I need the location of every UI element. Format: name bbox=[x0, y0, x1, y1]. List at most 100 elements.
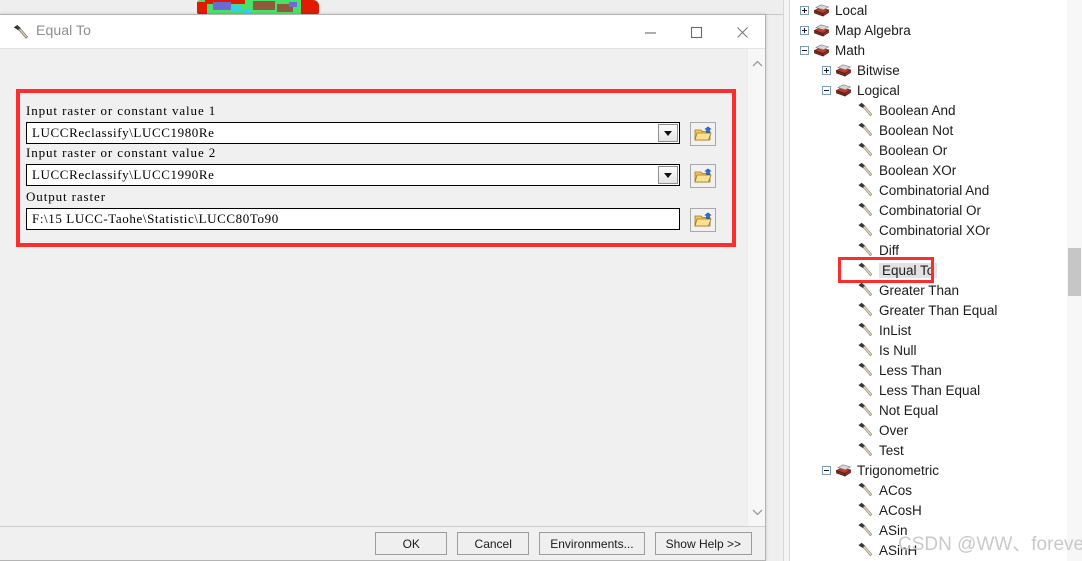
tree-item-label: Greater Than bbox=[879, 282, 960, 298]
hammer-tool-icon bbox=[857, 262, 874, 278]
tree-item-label: Test bbox=[879, 442, 904, 458]
tree-item-greater-than-equal[interactable]: Greater Than Equal bbox=[790, 300, 1062, 320]
hammer-tool-icon bbox=[857, 162, 874, 178]
dialog-button-bar: OK Cancel Environments... Show Help >> bbox=[375, 532, 752, 555]
parameter-label: Input raster or constant value 2 bbox=[26, 145, 217, 160]
scrollbar-thumb[interactable] bbox=[1068, 248, 1081, 296]
tree-item-diff[interactable]: Diff bbox=[790, 240, 1062, 260]
tree-item-inlist[interactable]: InList bbox=[790, 320, 1062, 340]
show-help-button[interactable]: Show Help >> bbox=[654, 532, 752, 555]
environments-button[interactable]: Environments... bbox=[539, 532, 645, 555]
tree-item-over[interactable]: Over bbox=[790, 420, 1062, 440]
tree-item-label: Math bbox=[835, 42, 866, 58]
tree-item-boolean-xor[interactable]: Boolean XOr bbox=[790, 160, 1062, 180]
tree-item-acosh[interactable]: ACosH bbox=[790, 500, 1062, 520]
tree-item-label: Boolean And bbox=[879, 102, 956, 118]
chevron-up-icon[interactable] bbox=[748, 55, 765, 73]
tree-item-boolean-not[interactable]: Boolean Not bbox=[790, 120, 1062, 140]
ok-button[interactable]: OK bbox=[375, 532, 448, 555]
chevron-down-icon[interactable] bbox=[658, 166, 678, 184]
expand-plus-icon[interactable] bbox=[800, 25, 809, 35]
tree-item-local[interactable]: Local bbox=[790, 0, 1062, 20]
dialog-vertical-scrollbar[interactable] bbox=[747, 49, 765, 526]
panel-splitter[interactable] bbox=[783, 0, 790, 561]
maximize-icon[interactable] bbox=[673, 15, 719, 49]
minimize-icon[interactable] bbox=[627, 15, 673, 49]
chevron-down-icon[interactable] bbox=[748, 503, 765, 521]
hammer-tool-icon bbox=[857, 122, 874, 138]
hammer-tool-icon bbox=[857, 302, 874, 318]
tree-item-label: Bitwise bbox=[857, 62, 900, 78]
tree-item-label: Less Than Equal bbox=[879, 382, 981, 398]
collapse-minus-icon[interactable] bbox=[822, 85, 831, 95]
hammer-tool-icon bbox=[857, 322, 874, 338]
toolbox-icon bbox=[835, 82, 852, 98]
screen-root: Equal To Input raster or constant value … bbox=[0, 0, 1082, 561]
tree-item-trigonometric[interactable]: Trigonometric bbox=[790, 460, 1062, 480]
tree-item-equal-to[interactable]: Equal To bbox=[790, 257, 1062, 283]
tree-item-math[interactable]: Math bbox=[790, 40, 1062, 60]
tree-item-logical[interactable]: Logical bbox=[790, 80, 1062, 100]
parameter-label: Input raster or constant value 1 bbox=[26, 103, 217, 118]
dialog-footer: OK Cancel Environments... Show Help >> bbox=[0, 527, 765, 560]
output-raster-input[interactable]: F:\15 LUCC-Taohe\Statistic\LUCC80To90 bbox=[26, 208, 680, 230]
close-icon[interactable] bbox=[719, 15, 765, 49]
window-controls bbox=[627, 15, 765, 49]
hammer-tool-icon bbox=[857, 282, 874, 298]
tree-item-boolean-or[interactable]: Boolean Or bbox=[790, 140, 1062, 160]
dialog-title: Equal To bbox=[36, 22, 92, 38]
tree-item-bitwise[interactable]: Bitwise bbox=[790, 60, 1062, 80]
tree-item-label: Logical bbox=[857, 82, 900, 98]
tree-item-is-null[interactable]: Is Null bbox=[790, 340, 1062, 360]
parameter-label: Output raster bbox=[26, 189, 106, 204]
tree-item-combinatorial-xor[interactable]: Combinatorial XOr bbox=[790, 220, 1062, 240]
hammer-tool-icon bbox=[857, 442, 874, 458]
tree-item-less-than[interactable]: Less Than bbox=[790, 360, 1062, 380]
tree-item-label: Over bbox=[879, 422, 909, 438]
hammer-tool-icon bbox=[857, 242, 874, 258]
tree-item-combinatorial-or[interactable]: Combinatorial Or bbox=[790, 200, 1062, 220]
arctoolbox-panel: Local Map Algebra Math Bitwise Logical Boolea… bbox=[790, 0, 1082, 561]
hammer-tool-icon bbox=[857, 502, 874, 518]
input-raster-2-value: LUCCReclassify\LUCC1990Re bbox=[32, 167, 215, 182]
input-raster-2-browse-button[interactable] bbox=[690, 164, 716, 188]
toolbox-icon bbox=[813, 42, 830, 58]
tree-item-label: Combinatorial Or bbox=[879, 202, 982, 218]
dialog-body: Input raster or constant value 1 LUCCRec… bbox=[0, 49, 765, 527]
tree-item-greater-than[interactable]: Greater Than bbox=[790, 280, 1062, 300]
tree-item-label: Trigonometric bbox=[857, 462, 940, 478]
tree-item-less-than-equal[interactable]: Less Than Equal bbox=[790, 380, 1062, 400]
tree-item-map-algebra[interactable]: Map Algebra bbox=[790, 20, 1062, 40]
collapse-minus-icon[interactable] bbox=[822, 465, 831, 475]
tree-item-label: Equal To bbox=[879, 262, 938, 278]
hammer-tool-icon bbox=[857, 182, 874, 198]
map-raster-fragment-top bbox=[197, 0, 319, 14]
tree-item-label: Boolean Not bbox=[879, 122, 954, 138]
hammer-tool-icon bbox=[857, 202, 874, 218]
toolbox-icon bbox=[813, 22, 830, 38]
panel-vertical-scrollbar[interactable] bbox=[1067, 0, 1082, 561]
tree-item-test[interactable]: Test bbox=[790, 440, 1062, 460]
expand-plus-icon[interactable] bbox=[822, 65, 831, 75]
input-raster-1-browse-button[interactable] bbox=[690, 122, 716, 146]
hammer-tool-icon bbox=[857, 522, 874, 538]
tree-item-label: Boolean Or bbox=[879, 142, 948, 158]
cancel-button[interactable]: Cancel bbox=[457, 532, 530, 555]
collapse-minus-icon[interactable] bbox=[800, 45, 809, 55]
tree-item-label: Combinatorial And bbox=[879, 182, 990, 198]
tree-item-boolean-and[interactable]: Boolean And bbox=[790, 100, 1062, 120]
tree-item-label: Greater Than Equal bbox=[879, 302, 998, 318]
tree-item-combinatorial-and[interactable]: Combinatorial And bbox=[790, 180, 1062, 200]
tree-item-label: Combinatorial XOr bbox=[879, 222, 991, 238]
hammer-tool-icon bbox=[857, 382, 874, 398]
input-raster-1-combobox[interactable]: LUCCReclassify\LUCC1980Re bbox=[26, 122, 680, 144]
expand-plus-icon[interactable] bbox=[800, 5, 809, 15]
toolbox-icon bbox=[835, 62, 852, 78]
tree-item-acos[interactable]: ACos bbox=[790, 480, 1062, 500]
output-raster-browse-button[interactable] bbox=[690, 208, 716, 232]
input-raster-2-combobox[interactable]: LUCCReclassify\LUCC1990Re bbox=[26, 164, 680, 186]
hammer-tool-icon bbox=[857, 402, 874, 418]
tree-item-not-equal[interactable]: Not Equal bbox=[790, 400, 1062, 420]
hammer-tool-icon bbox=[857, 342, 874, 358]
chevron-down-icon[interactable] bbox=[658, 124, 678, 142]
